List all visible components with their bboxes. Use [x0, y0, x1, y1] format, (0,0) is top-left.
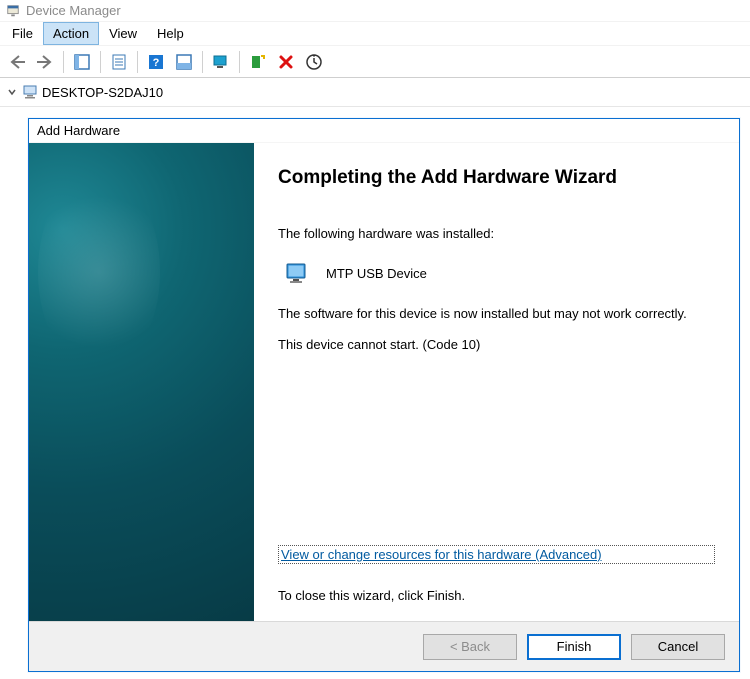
cancel-button[interactable]: Cancel	[631, 634, 725, 660]
menubar: File Action View Help	[0, 22, 750, 46]
add-hardware-icon[interactable]	[245, 49, 271, 75]
menu-help[interactable]: Help	[147, 22, 194, 45]
device-monitor-icon	[284, 261, 310, 287]
back-icon[interactable]	[4, 49, 30, 75]
svg-text:?: ?	[153, 57, 160, 69]
help-icon[interactable]: ?	[143, 49, 169, 75]
update-driver-icon[interactable]	[301, 49, 327, 75]
wizard-titlebar: Add Hardware	[29, 119, 739, 143]
computer-icon	[22, 84, 38, 100]
back-button: < Back	[423, 634, 517, 660]
tree-root-node[interactable]: DESKTOP-S2DAJ10	[4, 82, 746, 102]
wizard-error-code: This device cannot start. (Code 10)	[278, 336, 715, 354]
installed-device-row: MTP USB Device	[278, 257, 715, 305]
chevron-down-icon[interactable]	[6, 86, 18, 98]
wizard-warning-text: The software for this device is now inst…	[278, 305, 715, 323]
finish-button[interactable]: Finish	[527, 634, 621, 660]
uninstall-device-icon[interactable]	[273, 49, 299, 75]
wizard-button-bar: < Back Finish Cancel	[29, 621, 739, 671]
installed-device-name: MTP USB Device	[326, 266, 427, 281]
wizard-sidebar-graphic	[29, 143, 254, 621]
toolbar: ?	[0, 46, 750, 78]
wizard-heading: Completing the Add Hardware Wizard	[278, 167, 715, 189]
advanced-resources-link[interactable]: View or change resources for this hardwa…	[278, 545, 715, 564]
device-manager-title: Device Manager	[26, 3, 121, 18]
wizard-installed-intro: The following hardware was installed:	[278, 225, 715, 243]
show-hide-tree-icon[interactable]	[69, 49, 95, 75]
details-pane-icon[interactable]	[171, 49, 197, 75]
menu-file[interactable]: File	[2, 22, 43, 45]
wizard-close-instruction: To close this wizard, click Finish.	[278, 588, 715, 603]
menu-view[interactable]: View	[99, 22, 147, 45]
tree-root-label: DESKTOP-S2DAJ10	[42, 85, 163, 100]
device-tree: DESKTOP-S2DAJ10	[0, 78, 750, 107]
wizard-content: Completing the Add Hardware Wizard The f…	[254, 143, 739, 621]
scan-hardware-icon[interactable]	[208, 49, 234, 75]
properties-icon[interactable]	[106, 49, 132, 75]
wizard-title-text: Add Hardware	[37, 123, 120, 138]
device-manager-icon	[6, 4, 20, 18]
menu-action[interactable]: Action	[43, 22, 99, 45]
add-hardware-wizard: Add Hardware Completing the Add Hardware…	[28, 118, 740, 672]
device-manager-titlebar: Device Manager	[0, 0, 750, 22]
forward-icon[interactable]	[32, 49, 58, 75]
